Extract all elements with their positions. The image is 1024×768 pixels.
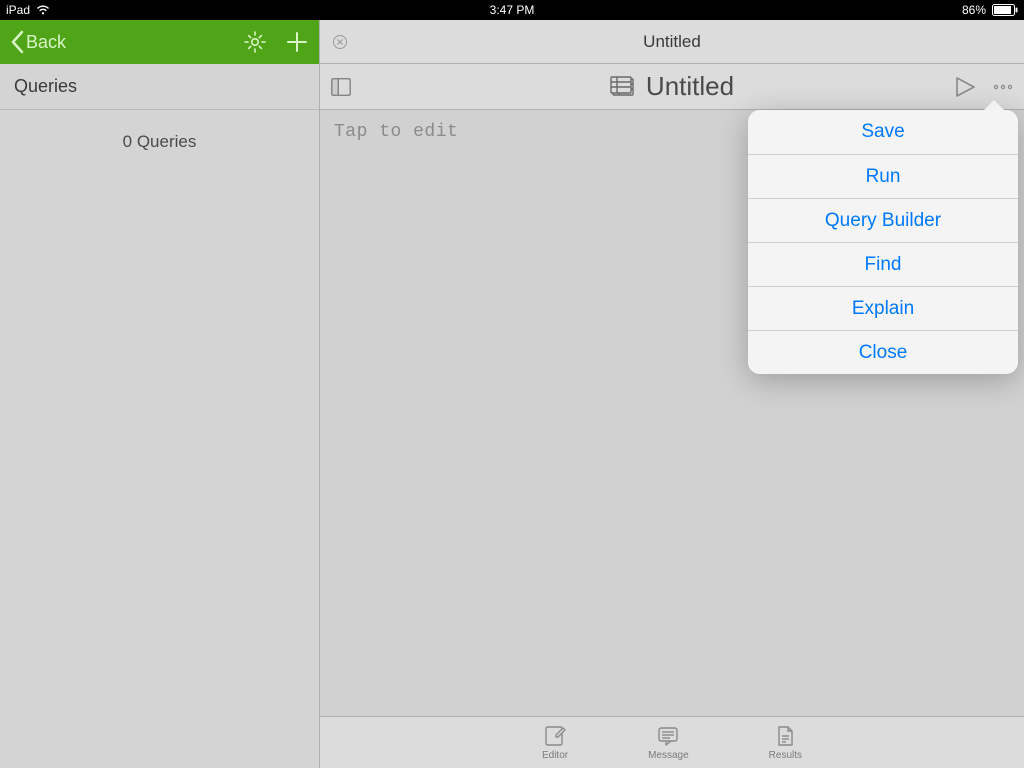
message-icon — [656, 724, 680, 748]
menu-item-explain[interactable]: Explain — [748, 286, 1018, 330]
close-icon[interactable] — [332, 34, 348, 50]
plus-icon[interactable] — [285, 30, 309, 54]
bottom-tabs: Editor Message Results — [320, 716, 1024, 768]
device-label: iPad — [6, 3, 30, 17]
status-right: 86% — [962, 3, 1018, 17]
menu-item-find[interactable]: Find — [748, 242, 1018, 286]
menu-item-query-builder[interactable]: Query Builder — [748, 198, 1018, 242]
edit-icon — [543, 724, 567, 748]
gear-icon[interactable] — [243, 30, 267, 54]
toolbar: Untitled — [320, 64, 1024, 110]
wifi-icon — [36, 5, 50, 15]
chevron-left-icon — [10, 30, 24, 54]
back-label: Back — [26, 32, 66, 53]
editor-area[interactable]: Tap to edit Save Run Query Builder Find … — [320, 110, 1024, 716]
sidebar: Back Queries 0 Queries — [0, 20, 320, 768]
main-header: Untitled — [320, 20, 1024, 64]
tab-results[interactable]: Results — [769, 724, 802, 761]
page-title: Untitled — [643, 32, 701, 52]
tab-label: Editor — [542, 750, 568, 761]
main-panel: Untitled Untitled — [320, 20, 1024, 768]
sidebar-title: Queries — [0, 64, 319, 110]
table-icon — [610, 74, 636, 100]
more-icon[interactable] — [992, 76, 1014, 98]
status-left: iPad — [6, 3, 50, 17]
status-bar: iPad 3:47 PM 86% — [0, 0, 1024, 20]
status-time: 3:47 PM — [0, 3, 1024, 17]
app-window: Back Queries 0 Queries Untitled — [0, 20, 1024, 768]
sidebar-toggle-icon[interactable] — [330, 76, 352, 98]
play-icon[interactable] — [952, 74, 978, 100]
tab-label: Message — [648, 750, 689, 761]
sidebar-header: Back — [0, 20, 319, 64]
tab-message[interactable]: Message — [648, 724, 689, 761]
document-title[interactable]: Untitled — [646, 71, 734, 102]
menu-item-close[interactable]: Close — [748, 330, 1018, 374]
actions-popover: Save Run Query Builder Find Explain Clos… — [748, 110, 1018, 374]
back-button[interactable]: Back — [10, 30, 66, 54]
sidebar-empty-text: 0 Queries — [0, 132, 319, 152]
menu-item-run[interactable]: Run — [748, 154, 1018, 198]
tab-label: Results — [769, 750, 802, 761]
document-icon — [773, 724, 797, 748]
battery-icon — [992, 4, 1018, 16]
tab-editor[interactable]: Editor — [542, 724, 568, 761]
battery-percent: 86% — [962, 3, 986, 17]
menu-item-save[interactable]: Save — [748, 110, 1018, 154]
